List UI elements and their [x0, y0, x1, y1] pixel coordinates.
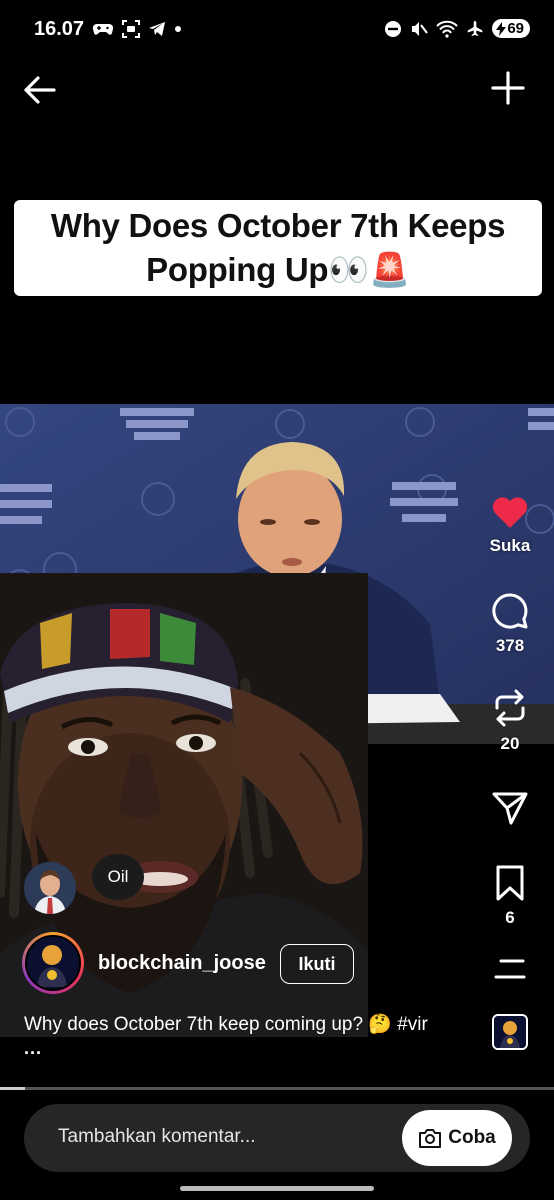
comments-count: 378 [495, 636, 525, 655]
commenter-avatar[interactable] [24, 862, 76, 914]
telegram-icon [149, 22, 165, 36]
paper-plane-icon[interactable] [491, 790, 529, 826]
bookmark-icon[interactable] [493, 864, 527, 902]
like-action[interactable]: Suka [480, 494, 540, 556]
caption-more[interactable]: ... [24, 1038, 42, 1059]
comment-input[interactable]: Tambahkan komentar... [58, 1126, 256, 1148]
screenshot-icon [122, 20, 140, 38]
reposts-count: 20 [500, 734, 520, 753]
save-action[interactable]: 6 [480, 864, 540, 928]
video-title-overlay: Why Does October 7th Keeps Popping Up👀🚨 [14, 200, 542, 296]
try-button-label: Coba [448, 1127, 496, 1148]
follow-button[interactable]: Ikuti [280, 944, 354, 984]
arrow-left-icon [24, 76, 56, 104]
more-action[interactable] [480, 958, 540, 980]
heart-icon[interactable] [490, 494, 530, 530]
try-camera-button[interactable]: Coba [402, 1110, 512, 1166]
wifi-icon [436, 20, 459, 38]
repost-action[interactable]: 20 [480, 688, 540, 754]
status-system-icons: 69 [384, 19, 530, 38]
repost-icon[interactable] [491, 688, 529, 728]
airplane-mode-icon [468, 20, 483, 36]
audio-thumbnail-image [494, 1016, 526, 1048]
status-notification-icons [92, 20, 182, 38]
author-avatar-image [27, 937, 77, 987]
video-title-emojis: 👀🚨 [328, 251, 410, 288]
video-progress-fill [0, 1087, 25, 1090]
comment-bubble[interactable]: Oil [92, 854, 144, 900]
audio-thumbnail[interactable] [492, 1014, 528, 1050]
like-label: Suka [489, 536, 531, 555]
post-caption[interactable]: Why does October 7th keep coming up? 🤔 #… [24, 1012, 474, 1036]
video-title-text: Why Does October 7th Keeps Popping Up [50, 207, 506, 288]
charging-icon [496, 21, 507, 36]
camera-icon [419, 1129, 442, 1148]
mute-icon [412, 21, 429, 36]
plus-icon [491, 71, 525, 105]
saves-count: 6 [505, 908, 515, 927]
menu-icon[interactable] [493, 958, 527, 980]
comment-action[interactable]: 378 [480, 592, 540, 656]
speech-bubble-icon[interactable] [491, 592, 529, 630]
author-avatar[interactable] [22, 932, 84, 994]
create-button[interactable] [490, 70, 526, 106]
home-indicator[interactable] [180, 1186, 374, 1191]
status-time: 16.07 [34, 18, 85, 40]
author-username[interactable]: blockchain_joose [98, 952, 266, 975]
back-button[interactable] [20, 72, 60, 108]
battery-indicator: 69 [492, 19, 530, 38]
video-progress-track[interactable] [0, 1087, 554, 1090]
game-controller-icon [92, 23, 114, 35]
commenter-avatar-image [24, 862, 76, 914]
share-action[interactable] [480, 790, 540, 826]
do-not-disturb-icon [385, 20, 402, 37]
battery-level: 69 [507, 20, 524, 37]
dot-icon [175, 26, 181, 32]
